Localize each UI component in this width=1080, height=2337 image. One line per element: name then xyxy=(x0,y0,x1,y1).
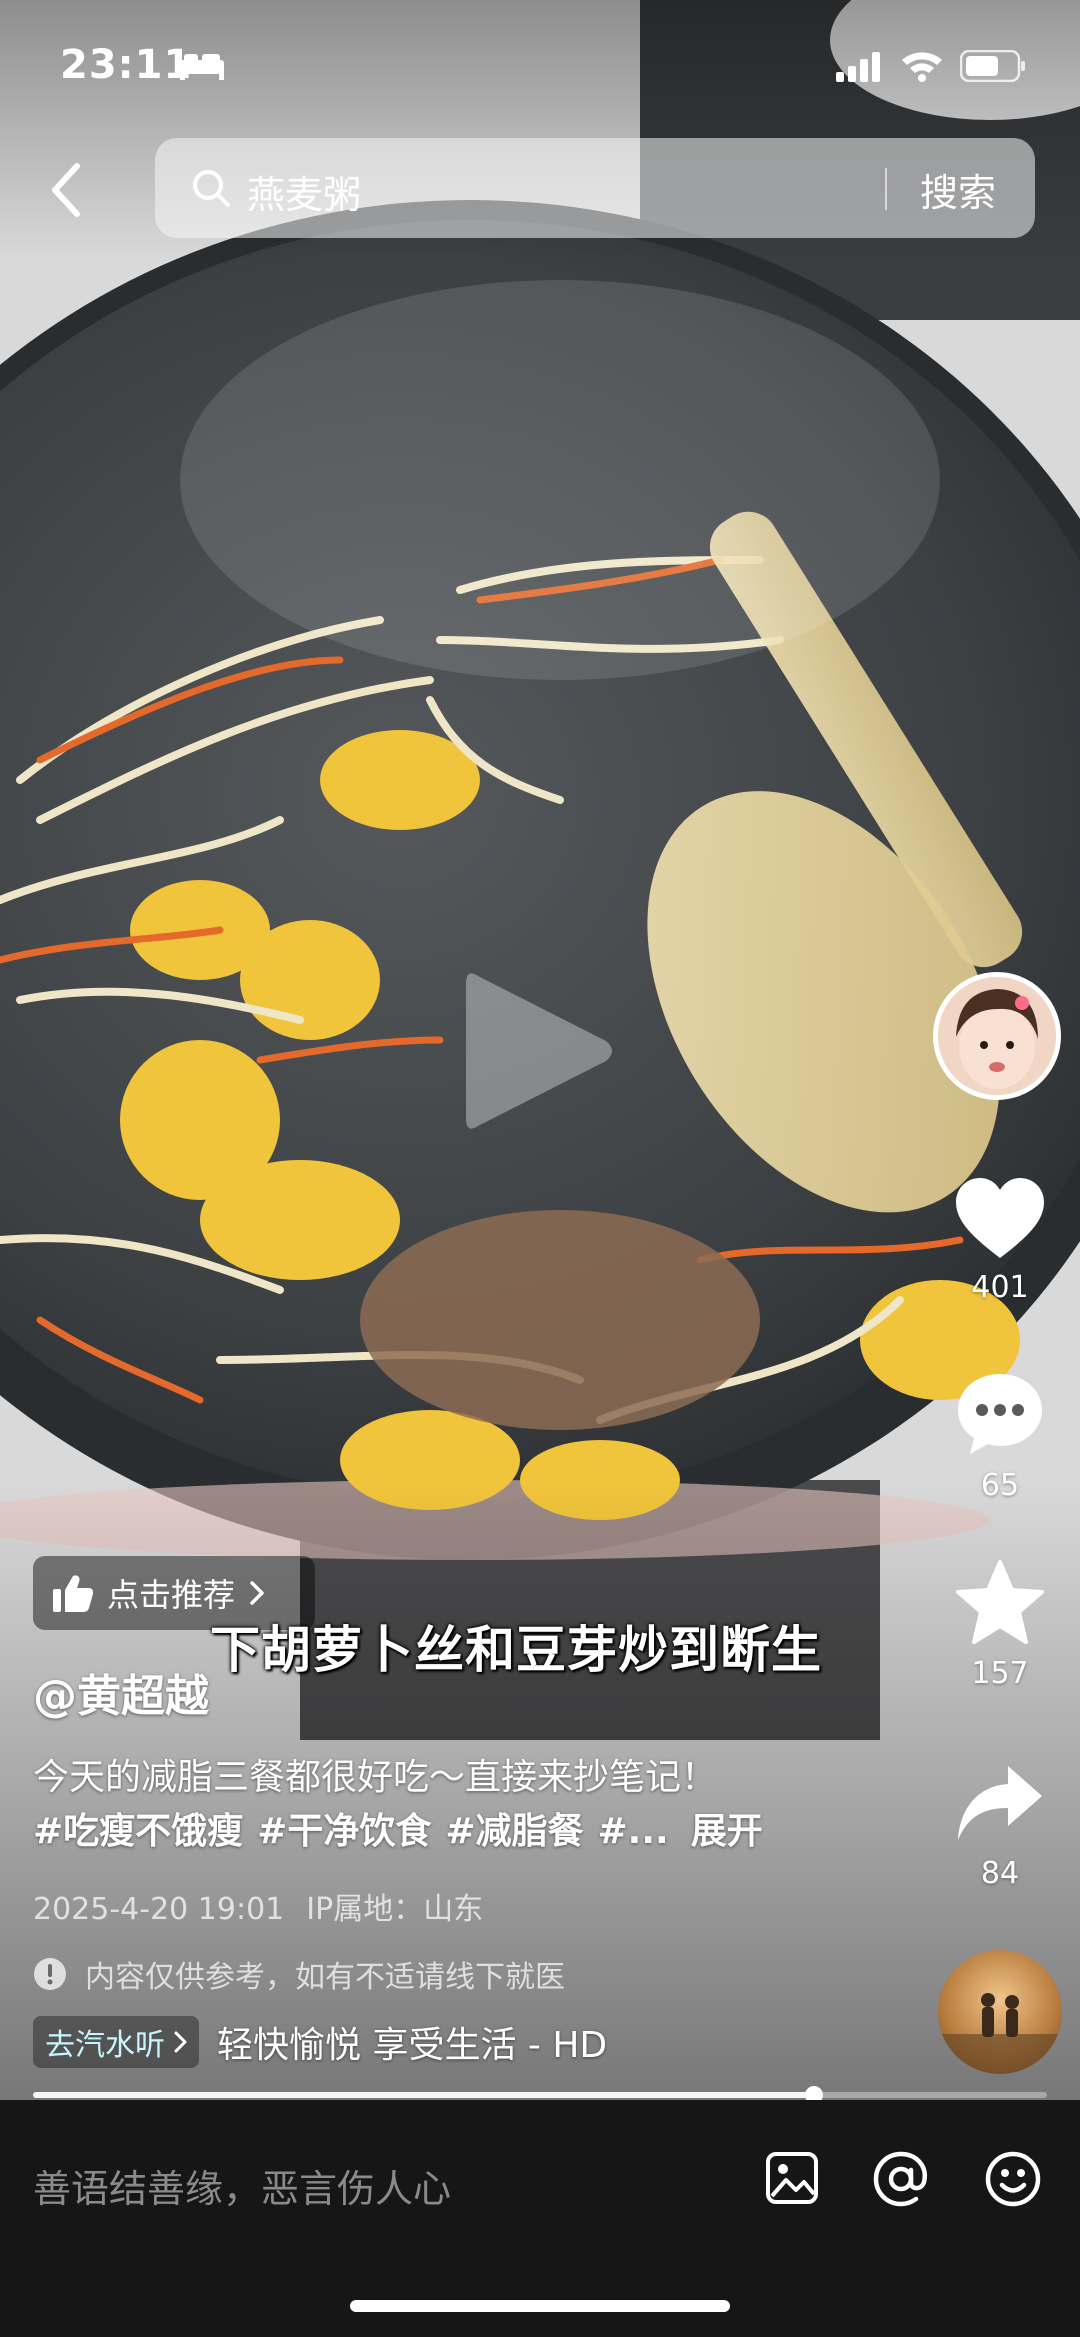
open-music-label: 去汽水听 xyxy=(45,2028,165,2063)
home-indicator[interactable] xyxy=(350,2300,730,2312)
signal-icon xyxy=(836,52,880,82)
hashtag[interactable]: #干净饮食 xyxy=(257,1811,431,1852)
status-bar: 23:11 xyxy=(0,0,1080,130)
author-name[interactable]: @黄超越 xyxy=(33,1660,209,1724)
search-divider xyxy=(885,168,887,210)
battery-icon xyxy=(960,50,1025,82)
music-title: 轻快愉悦 享受生活 - HD xyxy=(217,2025,608,2066)
expand-button[interactable]: 展开 xyxy=(691,1811,763,1852)
comment-input[interactable]: 善语结善缘，恶言伤人心 xyxy=(33,2158,451,2213)
hashtag[interactable]: #... xyxy=(598,1811,669,1852)
music-disc[interactable] xyxy=(938,1950,1062,2074)
like-button[interactable]: 401 xyxy=(940,1176,1060,1305)
music-cover-image xyxy=(938,1993,1062,2074)
video-subtitle: 下胡萝卜丝和豆芽炒到断生 xyxy=(210,1621,822,1679)
chevron-right-icon xyxy=(250,1581,264,1605)
comment-icon xyxy=(958,1374,1042,1454)
sleep-icon xyxy=(180,54,224,80)
progress-fill xyxy=(33,2092,814,2098)
hashtag[interactable]: #吃瘦不饿瘦 xyxy=(33,1811,243,1852)
avatar-image xyxy=(938,977,1056,1095)
star-icon xyxy=(956,1560,1044,1644)
hashtag[interactable]: #减脂餐 xyxy=(445,1811,583,1852)
play-icon[interactable] xyxy=(466,966,616,1136)
favorite-count: 157 xyxy=(971,1656,1029,1691)
search-bar[interactable]: 燕麦粥 搜索 xyxy=(155,138,1035,238)
video-progress[interactable] xyxy=(33,2086,1047,2104)
search-button[interactable]: 搜索 xyxy=(920,162,996,217)
share-icon xyxy=(958,1766,1042,1840)
post-date: 2025-4-20 19:01 xyxy=(33,1892,285,1927)
comment-count: 65 xyxy=(980,1468,1020,1503)
search-query[interactable]: 燕麦粥 xyxy=(247,164,361,219)
search-icon xyxy=(193,170,230,207)
favorite-button[interactable]: 157 xyxy=(940,1558,1060,1691)
video-description: 今天的减脂三餐都很好吃～直接来抄笔记！ xyxy=(33,1757,718,1798)
info-icon xyxy=(34,1958,66,1990)
at-icon[interactable] xyxy=(872,2150,930,2208)
disclaimer: 内容仅供参考，如有不适请线下就医 xyxy=(33,1952,565,1996)
disclaimer-text: 内容仅供参考，如有不适请线下就医 xyxy=(85,1960,565,1995)
hashtag-row: #吃瘦不饿瘦 #干净饮食 #减脂餐 #... 展开 xyxy=(33,1802,777,1854)
image-icon[interactable] xyxy=(764,2150,820,2206)
heart-icon xyxy=(956,1178,1044,1258)
share-button[interactable]: 84 xyxy=(940,1762,1060,1891)
author-avatar[interactable] xyxy=(933,972,1061,1100)
like-count: 401 xyxy=(971,1270,1029,1305)
ip-location: IP属地：山东 xyxy=(306,1892,484,1927)
share-count: 84 xyxy=(980,1856,1020,1891)
chevron-right-icon xyxy=(174,2031,187,2053)
back-icon xyxy=(52,163,80,217)
open-music-chip[interactable]: 去汽水听 xyxy=(33,2016,199,2068)
comment-button[interactable]: 65 xyxy=(940,1370,1060,1503)
wifi-icon xyxy=(902,52,942,82)
thumb-up-icon xyxy=(53,1575,93,1612)
emoji-icon[interactable] xyxy=(984,2150,1042,2208)
music-row[interactable]: 去汽水听 轻快愉悦 享受生活 - HD xyxy=(33,2016,673,2068)
back-button[interactable] xyxy=(36,150,96,230)
status-time: 23:11 xyxy=(60,42,193,88)
post-meta: 2025-4-20 19:01 IP属地：山东 xyxy=(33,1884,505,1928)
